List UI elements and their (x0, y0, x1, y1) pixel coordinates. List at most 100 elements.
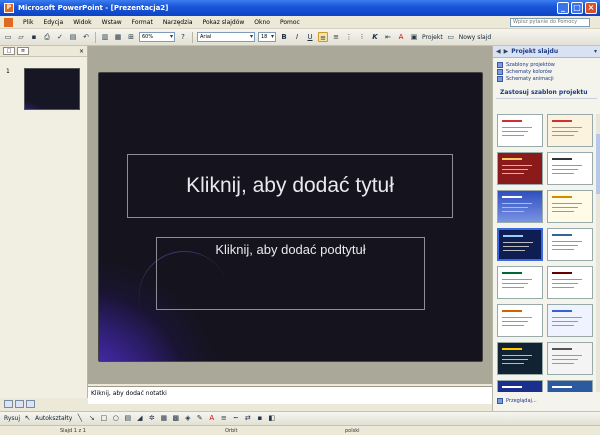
notes-pane[interactable]: Kliknij, aby dodać notatki (88, 386, 492, 404)
line-icon[interactable]: ╲ (75, 414, 84, 423)
normal-view-button[interactable] (4, 400, 13, 408)
bold-button[interactable]: B (279, 32, 289, 42)
new-slide-icon[interactable]: ▭ (446, 32, 456, 42)
slideshow-view-button[interactable] (26, 400, 35, 408)
menu-bar: Plik Edycja Widok Wstaw Format Narzędzia… (0, 16, 600, 29)
draw-menu[interactable]: Rysuj (4, 415, 20, 422)
font-select[interactable]: Arial (197, 32, 255, 42)
shadow-icon[interactable]: ▪ (255, 414, 264, 423)
fill-color-icon[interactable]: ◈ (183, 414, 192, 423)
underline-button[interactable]: U (305, 32, 315, 42)
apply-template-heading: Zastosuj szablon projektu (496, 85, 597, 99)
template-thumbnail[interactable] (547, 228, 593, 261)
diagram-icon[interactable]: ✲ (147, 414, 156, 423)
picture-icon[interactable]: ▩ (171, 414, 180, 423)
wordart-icon[interactable]: ◢ (135, 414, 144, 423)
menu-edit[interactable]: Edycja (43, 19, 63, 26)
template-thumbnail[interactable] (497, 342, 543, 375)
template-thumbnail[interactable] (497, 190, 543, 223)
new-document-icon[interactable]: ▭ (3, 32, 13, 42)
browse-link[interactable]: Przeglądaj... (497, 398, 537, 404)
animation-schemes-link[interactable]: Schematy animacji (497, 76, 596, 82)
template-thumbnail[interactable] (547, 342, 593, 375)
template-thumbnail[interactable] (497, 380, 543, 392)
font-color-icon[interactable]: A (207, 414, 216, 423)
clipart-icon[interactable]: ▦ (159, 414, 168, 423)
sorter-view-button[interactable] (15, 400, 24, 408)
close-pane-icon[interactable]: × (79, 48, 84, 55)
menu-slideshow[interactable]: Pokaz slajdów (203, 19, 245, 26)
template-thumbnail[interactable] (497, 304, 543, 337)
spellcheck-icon[interactable]: ✓ (55, 32, 65, 42)
document-icon[interactable] (4, 17, 13, 27)
chevron-down-icon[interactable]: ▾ (594, 48, 597, 55)
template-thumbnail[interactable] (497, 266, 543, 299)
menu-file[interactable]: Plik (23, 19, 33, 26)
back-icon[interactable]: ◀ (496, 48, 501, 55)
undo-icon[interactable]: ↶ (81, 32, 91, 42)
powerpoint-app-icon[interactable]: P (4, 3, 14, 13)
numbering-icon[interactable]: ⋮ (344, 32, 354, 42)
line-style-icon[interactable]: ≡ (219, 414, 228, 423)
template-thumbnail[interactable] (547, 380, 593, 392)
template-thumbnail[interactable] (547, 304, 593, 337)
dash-style-icon[interactable]: ┅ (231, 414, 240, 423)
bullets-icon[interactable]: ⁝ (357, 32, 367, 42)
open-folder-icon[interactable]: ▱ (16, 32, 26, 42)
align-center-icon[interactable]: ≡ (331, 32, 341, 42)
task-pane-scrollbar[interactable] (596, 114, 600, 392)
template-thumbnail-selected[interactable] (497, 228, 543, 261)
forward-icon[interactable]: ▶ (504, 48, 509, 55)
help-search-input[interactable]: Wpisz pytanie do Pomocy (510, 18, 590, 27)
template-thumbnail[interactable] (497, 114, 543, 147)
minimize-button[interactable]: _ (557, 2, 569, 14)
arrow-style-icon[interactable]: ⇄ (243, 414, 252, 423)
insert-chart-icon[interactable]: ▥ (100, 32, 110, 42)
tab-outline[interactable]: ≡ (17, 47, 29, 55)
font-size-select[interactable]: 18 (258, 32, 276, 42)
slide-canvas[interactable]: Kliknij, aby dodać tytuł Kliknij, aby do… (98, 72, 483, 362)
insert-table-icon[interactable]: ▦ (113, 32, 123, 42)
oval-icon[interactable]: ○ (111, 414, 120, 423)
3d-icon[interactable]: ◧ (267, 414, 276, 423)
autoshapes-menu[interactable]: Autokształty (35, 415, 72, 422)
menu-window[interactable]: Okno (254, 19, 270, 26)
menu-view[interactable]: Widok (73, 19, 91, 26)
maximize-button[interactable]: □ (571, 2, 583, 14)
save-icon[interactable]: ▪ (29, 32, 39, 42)
arrow-icon[interactable]: ↘ (87, 414, 96, 423)
grid-icon[interactable]: ⊞ (126, 32, 136, 42)
zoom-select[interactable]: 60% (139, 32, 175, 42)
title-placeholder[interactable]: Kliknij, aby dodać tytuł (127, 154, 453, 218)
template-thumbnail[interactable] (497, 152, 543, 185)
template-thumbnail[interactable] (547, 190, 593, 223)
slide-thumbnail[interactable] (24, 68, 80, 110)
italic-button[interactable]: I (292, 32, 302, 42)
menu-format[interactable]: Format (132, 19, 153, 26)
increase-font-icon[interactable]: K (370, 32, 380, 42)
menu-tools[interactable]: Narzędzia (163, 19, 193, 26)
new-slide-button[interactable]: Nowy slajd (459, 34, 491, 41)
line-color-icon[interactable]: ✎ (195, 414, 204, 423)
textbox-icon[interactable]: ▤ (123, 414, 132, 423)
menu-help[interactable]: Pomoc (280, 19, 300, 26)
color-schemes-link[interactable]: Schematy kolorów (497, 69, 596, 75)
rectangle-icon[interactable]: □ (99, 414, 108, 423)
tab-slides[interactable]: □ (3, 47, 15, 55)
paste-icon[interactable]: ▤ (68, 32, 78, 42)
select-pointer-icon[interactable]: ↖ (23, 414, 32, 423)
align-left-icon[interactable]: ≡ (318, 32, 328, 42)
template-thumbnail[interactable] (547, 152, 593, 185)
menu-insert[interactable]: Wstaw (102, 19, 122, 26)
font-color-button[interactable]: A (396, 32, 406, 42)
template-thumbnail[interactable] (547, 266, 593, 299)
subtitle-placeholder[interactable]: Kliknij, aby dodać podtytuł (156, 237, 425, 310)
design-templates-link[interactable]: Szablony projektów (497, 62, 596, 68)
close-button[interactable]: × (585, 2, 597, 14)
template-thumbnail[interactable] (547, 114, 593, 147)
design-icon[interactable]: ▣ (409, 32, 419, 42)
print-icon[interactable]: ⎙ (42, 32, 52, 42)
design-button[interactable]: Projekt (422, 34, 443, 41)
help-icon[interactable]: ? (178, 32, 188, 42)
decrease-indent-icon[interactable]: ⇤ (383, 32, 393, 42)
